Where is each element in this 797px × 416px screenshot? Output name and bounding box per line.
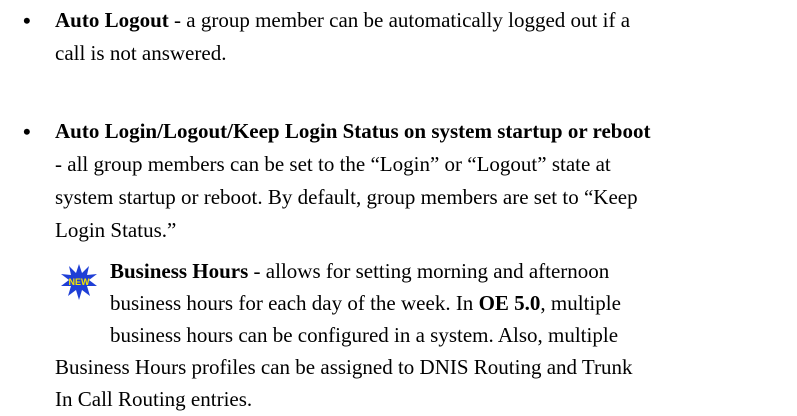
bullet-line: call is not answered. — [55, 41, 227, 65]
bullet-description: - a group member can be automatically lo… — [168, 8, 631, 32]
bullet-marker: • — [23, 119, 31, 144]
feature-line: business hours can be configured in a sy… — [110, 323, 619, 347]
bullet-text: Auto Logout - a group member can be auto… — [55, 4, 797, 70]
bullet-text: Auto Login/Logout/Keep Login Status on s… — [55, 115, 797, 247]
feature-line: Business Hours - allows for setting morn… — [110, 255, 609, 288]
bullet-line: - all group members can be set to the “L… — [55, 152, 611, 176]
bullet-line: Login Status.” — [55, 218, 177, 242]
bullet-line: Auto Logout - a group member can be auto… — [55, 4, 797, 37]
feature-line: In Call Routing entries. — [55, 387, 253, 411]
bullet-term-line: Auto Login/Logout/Keep Login Status on s… — [55, 115, 797, 148]
feature-line: Business Hours profiles can be assigned … — [55, 355, 633, 379]
feature-term: Business Hours — [110, 259, 249, 283]
bullet-term: Auto Logout — [55, 8, 169, 32]
feature-description: - allows for setting morning and afterno… — [248, 259, 610, 283]
new-badge-label: NEW — [69, 277, 91, 287]
bullet-marker: • — [23, 8, 31, 33]
feature-text: business hours for each day of the week.… — [110, 291, 479, 315]
version-label: OE 5.0 — [478, 291, 541, 315]
feature-line: business hours for each day of the week.… — [110, 287, 621, 320]
feature-text: , multiple — [540, 291, 621, 315]
bullet-line: system startup or reboot. By default, gr… — [55, 185, 638, 209]
new-badge-icon: NEW — [61, 264, 97, 300]
bullet-term: Auto Login/Logout/Keep Login Status on s… — [55, 119, 651, 143]
